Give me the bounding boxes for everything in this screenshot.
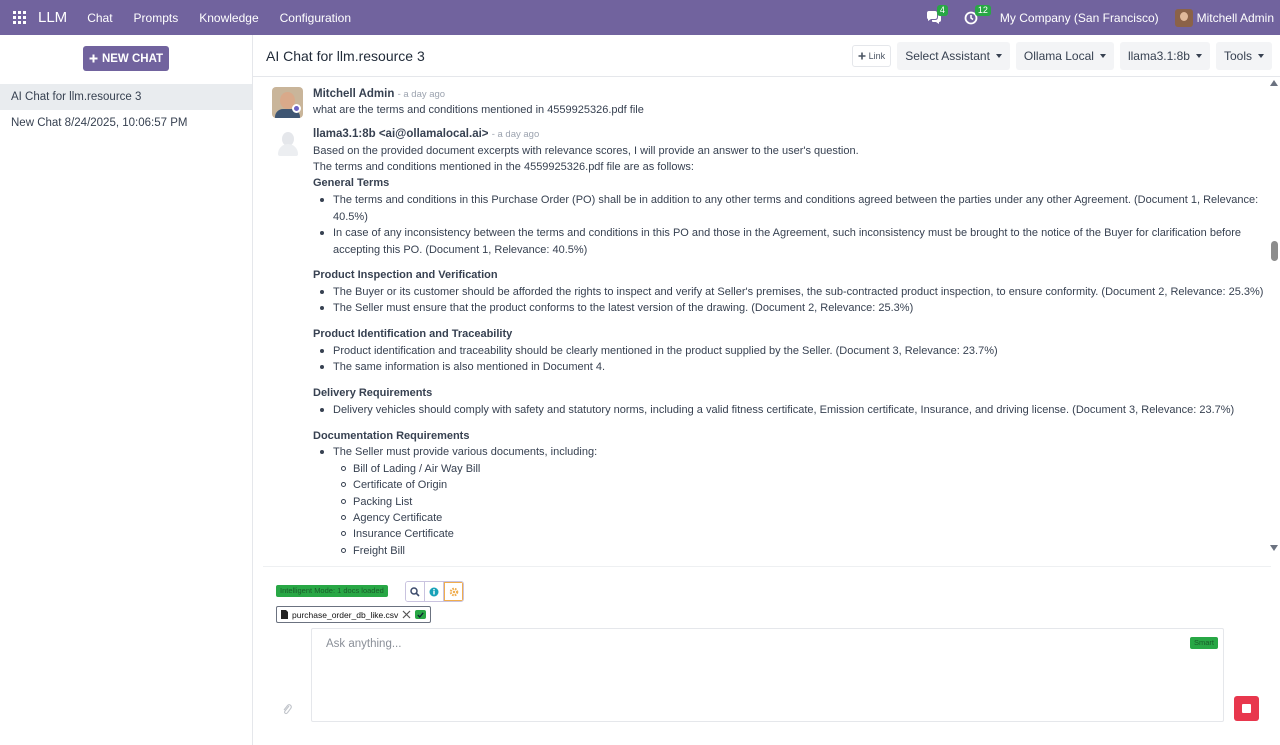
bot-avatar-icon bbox=[272, 128, 303, 159]
provider-label: Ollama Local bbox=[1023, 48, 1094, 63]
message-author-name: llama3.1:8b <ai@ollamalocal.ai> bbox=[313, 128, 489, 140]
attach-button[interactable] bbox=[282, 703, 292, 718]
search-icon bbox=[410, 586, 420, 597]
plus-icon bbox=[89, 54, 98, 63]
user-message-avatar bbox=[272, 87, 303, 118]
gear-icon bbox=[449, 587, 458, 596]
composer-divider bbox=[263, 566, 1271, 567]
message-input[interactable] bbox=[326, 638, 1186, 650]
list-item: The terms and conditions in this Purchas… bbox=[320, 192, 1267, 225]
list-item: The same information is also mentioned i… bbox=[320, 359, 1267, 376]
sub-list-item: Bill of Lading / Air Way Bill bbox=[340, 463, 481, 475]
attached-file-chip: purchase_order_db_like.csv bbox=[276, 606, 432, 623]
list-item: Delivery vehicles should comply with saf… bbox=[320, 402, 1267, 419]
chat-header: AI Chat for llm.resource 3 Link Select A… bbox=[253, 35, 1280, 77]
scrollbar-thumb[interactable] bbox=[1271, 241, 1278, 261]
list-item: Product identification and traceability … bbox=[320, 343, 1267, 360]
message-time: - a day ago bbox=[397, 89, 446, 100]
smart-badge: Smart bbox=[1189, 637, 1218, 649]
user-menu[interactable]: Mitchell Admin bbox=[1174, 8, 1274, 27]
sub-list-item: Freight Bill bbox=[341, 545, 405, 557]
caret-down-icon bbox=[1099, 53, 1106, 58]
messages-button[interactable]: 4 bbox=[926, 4, 948, 25]
top-navbar: LLM Chat Prompts Knowledge Configuration… bbox=[0, 0, 1280, 35]
remove-file-close-icon[interactable] bbox=[402, 610, 411, 619]
file-loaded-check-icon bbox=[415, 610, 427, 619]
apps-grid-icon bbox=[12, 11, 26, 24]
plus-icon bbox=[858, 52, 866, 59]
sub-list-item: Insurance Certificate bbox=[341, 528, 454, 540]
assistant-label: Select Assistant bbox=[905, 48, 990, 63]
link-label: Link bbox=[868, 50, 886, 61]
sub-list-item: Agency Certificate bbox=[340, 512, 443, 524]
section-heading: Product Identification and Traceability bbox=[313, 328, 513, 340]
intelligent-mode-badge: Intelligent Mode: 1 docs loaded bbox=[276, 585, 388, 597]
message-thread[interactable]: Mitchell Admin - a day ago what are the … bbox=[253, 77, 1267, 566]
app-brand[interactable]: LLM bbox=[38, 9, 67, 26]
new-chat-button[interactable]: NEW CHAT bbox=[83, 46, 169, 71]
link-button[interactable]: Link bbox=[851, 44, 892, 67]
section-heading: Documentation Requirements bbox=[313, 430, 470, 442]
online-status-icon bbox=[292, 104, 301, 113]
tools-label: Tools bbox=[1223, 48, 1252, 63]
search-button[interactable] bbox=[406, 582, 425, 601]
stop-icon bbox=[1242, 704, 1251, 713]
list-item: The Buyer or its customer should be affo… bbox=[320, 284, 1267, 301]
menu-prompts[interactable]: Prompts bbox=[134, 11, 179, 25]
file-icon bbox=[281, 610, 288, 619]
info-icon bbox=[429, 587, 439, 596]
caret-down-icon bbox=[1258, 53, 1264, 58]
user-message-text: what are the terms and conditions mentio… bbox=[313, 104, 644, 116]
new-chat-label: NEW CHAT bbox=[101, 52, 164, 65]
caret-down-icon bbox=[995, 53, 1002, 58]
bot-intro-text: The terms and conditions mentioned in th… bbox=[313, 161, 694, 173]
activities-button[interactable]: 12 bbox=[964, 4, 991, 25]
user-avatar bbox=[1174, 8, 1193, 27]
stop-generation-button[interactable] bbox=[1234, 696, 1259, 721]
sub-list-item: Packing List bbox=[340, 496, 413, 508]
settings-button[interactable] bbox=[444, 582, 463, 601]
model-label: llama3.1:8b bbox=[1127, 48, 1190, 63]
activities-count-badge: 12 bbox=[974, 4, 991, 16]
list-item: The Seller must provide various document… bbox=[320, 444, 1267, 461]
apps-menu-button[interactable] bbox=[0, 0, 38, 35]
user-name: Mitchell Admin bbox=[1196, 10, 1274, 25]
model-dropdown[interactable]: llama3.1:8b bbox=[1119, 41, 1210, 70]
section-heading: General Terms bbox=[313, 177, 390, 189]
scroll-down-arrow-icon[interactable] bbox=[1270, 545, 1278, 551]
list-item: In case of any inconsistency between the… bbox=[320, 225, 1267, 258]
sidebar-item-chat-2[interactable]: New Chat 8/24/2025, 10:06:57 PM bbox=[0, 110, 252, 136]
menu-knowledge[interactable]: Knowledge bbox=[199, 11, 258, 25]
message-author-name: Mitchell Admin bbox=[313, 88, 395, 100]
message-author: llama3.1:8b <ai@ollamalocal.ai> - a day … bbox=[313, 128, 539, 140]
sub-list-item: Certificate of Origin bbox=[340, 479, 448, 491]
message-time: - a day ago bbox=[491, 129, 540, 140]
message-input-container: Smart bbox=[311, 628, 1224, 722]
caret-down-icon bbox=[1195, 53, 1202, 58]
list-item: The Seller must ensure that the product … bbox=[320, 300, 1267, 317]
attached-file-name: purchase_order_db_like.csv bbox=[292, 609, 399, 620]
composer-tool-group bbox=[405, 581, 464, 602]
messages-count-badge: 4 bbox=[936, 4, 948, 16]
company-switcher[interactable]: My Company (San Francisco) bbox=[1000, 11, 1159, 25]
tools-dropdown[interactable]: Tools bbox=[1215, 41, 1272, 70]
assistant-dropdown[interactable]: Select Assistant bbox=[897, 41, 1010, 70]
chat-sidebar: NEW CHAT AI Chat for llm.resource 3 New … bbox=[0, 35, 253, 745]
paperclip-icon bbox=[283, 704, 292, 715]
info-button[interactable] bbox=[425, 582, 444, 601]
bot-intro-text: Based on the provided document excerpts … bbox=[313, 145, 859, 157]
menu-configuration[interactable]: Configuration bbox=[280, 11, 351, 25]
provider-dropdown[interactable]: Ollama Local bbox=[1015, 41, 1114, 70]
message-author: Mitchell Admin - a day ago bbox=[313, 88, 445, 100]
scroll-up-arrow-icon[interactable] bbox=[1270, 80, 1278, 86]
section-heading: Product Inspection and Verification bbox=[313, 269, 498, 281]
page-title: AI Chat for llm.resource 3 bbox=[266, 47, 425, 64]
sidebar-item-chat-1[interactable]: AI Chat for llm.resource 3 bbox=[0, 84, 252, 110]
section-heading: Delivery Requirements bbox=[313, 387, 433, 399]
menu-chat[interactable]: Chat bbox=[87, 11, 112, 25]
